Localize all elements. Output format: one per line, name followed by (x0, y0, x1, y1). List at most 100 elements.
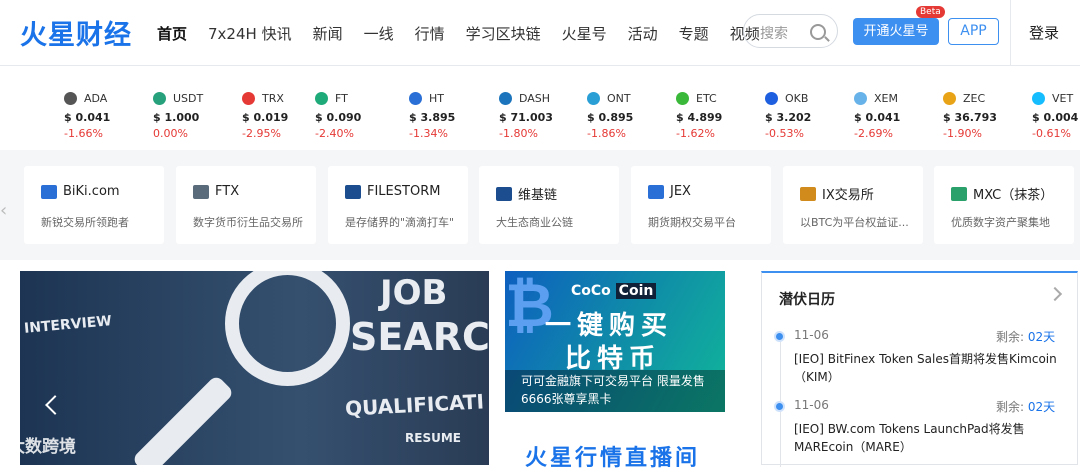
ticker-item[interactable]: DASH $ 71.003 -1.80% (499, 90, 579, 140)
nav-item[interactable]: 活动 (628, 23, 658, 44)
ticker-head: ETC (676, 90, 756, 106)
ticker-item[interactable]: USDT $ 1.000 0.00% (153, 90, 233, 140)
ticker-price: $ 3.895 (409, 111, 456, 124)
nav-item[interactable]: 行情 (415, 23, 445, 44)
event-title[interactable]: [IEO] BitFinex Token Sales首期将发售Kimcoin（K… (794, 350, 1064, 386)
ticker-change: -2.40% (315, 127, 354, 140)
nav-item[interactable]: 7x24H 快讯 (208, 23, 292, 44)
ticker-head: HT (409, 90, 489, 106)
exchange-card[interactable]: MXC（抹茶） 优质数字资产聚集地 (934, 166, 1074, 244)
login-link[interactable]: 登录 (1029, 22, 1059, 43)
promo-brand-b: Coin (615, 283, 657, 299)
ticker-symbol: DASH (519, 91, 551, 105)
promo-brand: CoCo Coin (571, 283, 657, 299)
exchange-head: BiKi.com (41, 184, 120, 199)
ticker-symbol: XEM (874, 91, 898, 105)
coin-icon (409, 91, 422, 105)
price-ticker: ADA $ 0.041 -1.66% USDT $ 1.000 0.00% TRX $ 0.0… (0, 67, 1080, 150)
ticker-price: $ 0.090 (315, 111, 362, 124)
ticker-head: OKB (765, 90, 845, 106)
nav-item[interactable]: 一线 (364, 23, 394, 44)
ticker-change: -2.95% (242, 127, 281, 140)
ticker-change: -1.66% (64, 127, 103, 140)
ticker-head: USDT (153, 90, 233, 106)
remaining-label: 剩余: (996, 400, 1025, 414)
nav-item[interactable]: 专题 (679, 23, 709, 44)
exchange-name: FTX (215, 184, 240, 199)
exchange-card[interactable]: IX交易所 以BTC为平台权益证... (783, 166, 923, 244)
top-header: 火星财经 首页 7x24H 快讯 新闻 一线 行情 学习区块链 火星号 活动 专题 视频 搜索 开… (0, 0, 1080, 66)
ticker-change: -1.34% (409, 127, 448, 140)
event-date: 11-06 (794, 328, 829, 342)
ticker-item[interactable]: OKB $ 3.202 -0.53% (765, 90, 845, 140)
exchange-head: FILESTORM (345, 184, 440, 199)
nav-item[interactable]: 学习区块链 (466, 23, 541, 44)
exchange-name: IX交易所 (822, 188, 874, 203)
ticker-symbol: TRX (262, 91, 284, 105)
exchange-card[interactable]: FILESTORM 是存储界的"滴滴打车" (328, 166, 468, 244)
remaining-value: 02天 (1027, 330, 1056, 344)
coin-icon (242, 91, 255, 105)
exchange-desc: 优质数字资产聚集地 (951, 216, 1050, 229)
nav-item[interactable]: 火星号 (562, 23, 607, 44)
exchange-card[interactable]: BiKi.com 新锐交易所领跑者 (24, 166, 164, 244)
search-icon[interactable] (810, 24, 826, 40)
banner-text-job: JOB (380, 273, 448, 313)
ticker-price: $ 3.202 (765, 111, 812, 124)
nav-item[interactable]: 首页 (157, 23, 187, 44)
event-remaining: 剩余: 02天 (996, 398, 1055, 415)
chevron-right-icon[interactable] (1047, 286, 1063, 302)
ticker-price: $ 0.041 (854, 111, 901, 124)
hero-banner[interactable]: JOB SEARC INTERVIEW QUALIFICATI RESUME (20, 271, 489, 465)
ticker-change: -0.53% (765, 127, 804, 140)
ticker-symbol: ZEC (963, 91, 986, 105)
ticker-head: ADA (64, 90, 144, 106)
exchange-card[interactable]: 维基链 大生态商业公链 (479, 166, 619, 244)
coin-icon (315, 91, 328, 105)
exchange-name: JEX (670, 184, 691, 199)
exchange-card[interactable]: JEX 期货期权交易平台 (631, 166, 771, 244)
live-section-title[interactable]: 火星行情直播间 (525, 440, 700, 472)
remaining-label: 剩余: (996, 330, 1025, 344)
ticker-item[interactable]: XEM $ 0.041 -2.69% (854, 90, 934, 140)
promo-caption: 可可金融旗下可交易平台 限量发售6666张尊享黑卡 (505, 370, 725, 412)
ticker-item[interactable]: ADA $ 0.041 -1.66% (64, 90, 144, 140)
banner-text-resume: RESUME (405, 431, 461, 445)
ticker-item[interactable]: FT $ 0.090 -2.40% (315, 90, 395, 140)
ticker-price: $ 0.004 (1032, 111, 1079, 124)
ticker-price: $ 1.000 (153, 111, 200, 124)
exchange-logo-icon (648, 184, 664, 199)
exchange-head: IX交易所 (800, 184, 874, 203)
timeline-dot (776, 333, 783, 340)
ticker-item[interactable]: ONT $ 0.895 -1.86% (587, 90, 667, 140)
ticker-symbol: ONT (607, 91, 631, 105)
ticker-symbol: USDT (173, 91, 204, 105)
ticker-symbol: ETC (696, 91, 717, 105)
exchange-card[interactable]: FTX 数字货币衍生品交易所 (176, 166, 316, 244)
event-remaining: 剩余: 02天 (996, 328, 1055, 345)
ticker-item[interactable]: ZEC $ 36.793 -1.90% (943, 90, 1023, 140)
ticker-change: -0.61% (1032, 127, 1071, 140)
search-placeholder[interactable]: 搜索 (760, 23, 788, 43)
nav-item[interactable]: 新闻 (313, 23, 343, 44)
exchange-row: BiKi.com 新锐交易所领跑者 FTX 数字货币衍生品交易所 FILESTORM 是存… (0, 150, 1080, 260)
exchange-desc: 期货期权交易平台 (648, 216, 736, 229)
search-box[interactable]: 搜索 (743, 14, 838, 48)
exchange-desc: 新锐交易所领跑者 (41, 216, 129, 229)
ticker-item[interactable]: HT $ 3.895 -1.34% (409, 90, 489, 140)
site-logo[interactable]: 火星财经 (20, 13, 132, 52)
watermark: 大数跨境 (8, 437, 76, 457)
timeline-dot (776, 403, 783, 410)
exchange-logo-icon (193, 184, 209, 199)
ticker-item[interactable]: ETC $ 4.899 -1.62% (676, 90, 756, 140)
ticker-head: ZEC (943, 90, 1023, 106)
app-button[interactable]: APP (948, 18, 999, 45)
open-account-button[interactable]: 开通火星号 (853, 18, 939, 45)
promo-banner[interactable]: ₿ CoCo Coin 一键购买 比特币 可可金融旗下可交易平台 限量发售666… (505, 271, 725, 412)
chevron-left-icon[interactable]: ‹ (0, 200, 7, 221)
exchange-desc: 大生态商业公链 (496, 216, 573, 229)
ticker-item[interactable]: TRX $ 0.019 -2.95% (242, 90, 322, 140)
event-title[interactable]: [IEO] BW.com Tokens LaunchPad将发售MAREcoin… (794, 420, 1064, 456)
ticker-item[interactable]: VET $ 0.004 -0.61% (1032, 90, 1080, 140)
coin-icon (854, 91, 867, 105)
